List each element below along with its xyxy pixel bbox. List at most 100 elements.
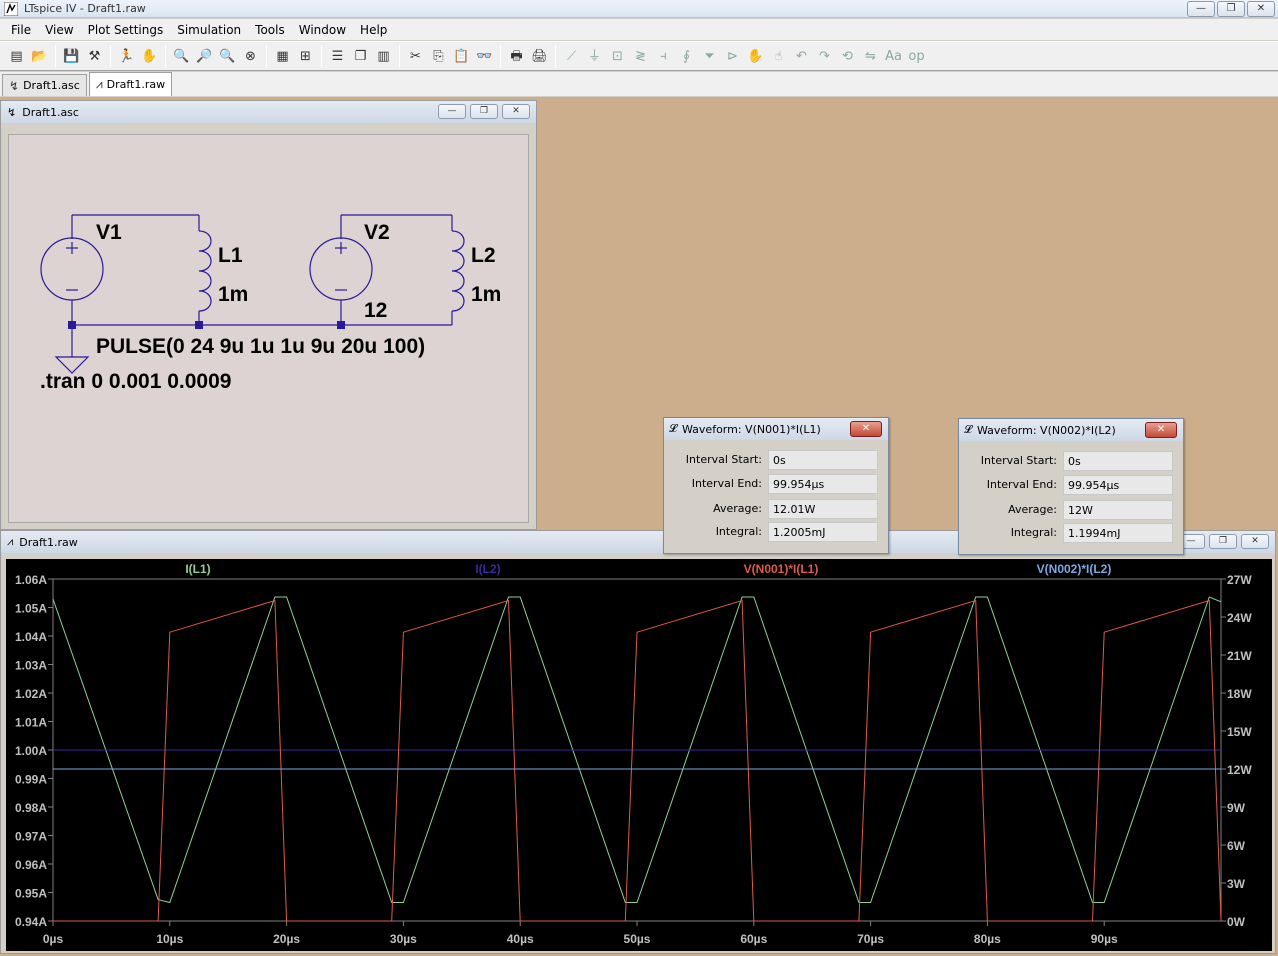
measure-value[interactable]: 12W [1063,500,1173,520]
capacitor-icon[interactable]: ⫞ [653,46,674,67]
l1-value[interactable]: 1m [218,283,248,306]
menu-simulation[interactable]: Simulation [170,23,248,37]
wire-icon[interactable]: ⟋ [561,46,582,67]
cascade-icon[interactable]: ❐ [350,46,371,67]
control-panel-icon[interactable]: ⚒ [84,46,105,67]
y-left-tick-label: 1.02A [15,687,47,701]
label-net-icon[interactable]: ⊡ [607,46,628,67]
tab-draft1-asc[interactable]: ↯ Draft1.asc [2,74,87,96]
component-icon[interactable]: ⊳ [722,46,743,67]
y-left-tick-label: 0.94A [15,915,47,929]
measure-label: Average: [1008,503,1057,516]
x-tick-label: 40µs [507,932,534,946]
ltspice-logo-icon [4,2,18,16]
y-right-tick-label: 6W [1227,839,1246,853]
plot-window-title: Draft1.raw [19,535,78,549]
print-setup-icon[interactable]: 🖶 [506,46,527,67]
open-icon[interactable]: 📂 [29,46,50,67]
move-icon[interactable]: ✋ [745,46,766,67]
manual-limits-icon[interactable]: ⊞ [295,46,316,67]
tran-directive[interactable]: .tran 0 0.001 0.0009 [40,370,231,393]
tile-vertical-icon[interactable]: ▥ [373,46,394,67]
plot-maximize-button[interactable]: ❐ [1209,534,1237,549]
zoom-out-icon[interactable]: 🔍 [217,46,238,67]
measure-dialog-close-button[interactable]: ✕ [1145,422,1177,438]
measure-value[interactable]: 0s [1063,451,1173,471]
text-icon[interactable]: Aa [883,46,904,67]
y-right-tick-label: 9W [1227,801,1246,815]
zoom-fit-icon[interactable]: ⊗ [240,46,261,67]
v1-label[interactable]: V1 [96,221,122,244]
measure-value[interactable]: 12.01W [768,499,878,519]
menu-plot-settings[interactable]: Plot Settings [81,23,171,37]
schematic-canvas[interactable]: V1 L1 1m V2 12 L2 1m PULSE(0 24 9u 1u 1u… [8,134,529,523]
paste-icon[interactable]: 📋 [451,46,472,67]
measure-label: Average: [713,502,762,515]
x-tick-label: 0µs [43,932,64,946]
drag-icon[interactable]: ☝ [768,46,789,67]
ground-icon[interactable]: ⏚ [584,46,605,67]
toolbar-separator [110,45,111,67]
autorange-icon[interactable]: ▦ [272,46,293,67]
menu-file[interactable]: File [4,23,38,37]
v2-value[interactable]: 12 [364,299,387,322]
measure-label: Interval End: [691,477,762,490]
app-title: LTspice IV - Draft1.raw [24,2,146,15]
measure-value[interactable]: 0s [768,450,878,470]
waveform-plot[interactable]: 1.06A 1.05A 1.04A 1.03A 1.02A 1.01A 1.00A 0.99A… [6,559,1272,951]
tab-draft1-raw[interactable]: ⩘ Draft1.raw [88,72,173,96]
diode-icon[interactable]: ⏷ [699,46,720,67]
document-tabs: ↯ Draft1.asc ⩘ Draft1.raw [0,72,1278,96]
close-button[interactable]: ✕ [1247,1,1275,17]
measure-label: Interval End: [986,478,1057,491]
l2-label[interactable]: L2 [471,244,496,267]
pulse-spec[interactable]: PULSE(0 24 9u 1u 1u 9u 20u 100) [96,335,425,358]
menu-tools[interactable]: Tools [248,23,292,37]
measure-value[interactable]: 99.954µs [768,474,878,494]
resistor-icon[interactable]: ≷ [630,46,651,67]
measure-dialog-title: Waveform: V(N002)*I(L2) [977,423,1116,437]
toolbar-separator [399,45,400,67]
toolbar-separator [266,45,267,67]
zoom-area-icon[interactable]: 🔎 [194,46,215,67]
undo-icon[interactable]: ↶ [791,46,812,67]
schematic-minimize-button[interactable]: — [438,104,466,119]
print-icon[interactable]: 🖨 [529,46,550,67]
l1-label[interactable]: L1 [218,244,243,267]
toolbar-separator [55,45,56,67]
plot-close-button[interactable]: ✕ [1241,534,1269,549]
redo-icon[interactable]: ↷ [814,46,835,67]
mirror-icon[interactable]: ⇋ [860,46,881,67]
measure-value[interactable]: 1.1994mJ [1063,523,1173,543]
schematic-close-button[interactable]: ✕ [502,104,530,119]
schematic-maximize-button[interactable]: ❐ [470,104,498,119]
menu-window[interactable]: Window [292,23,353,37]
find-icon[interactable]: 👓 [474,46,495,67]
y-right-tick-label: 18W [1227,687,1252,701]
y-left-tick-label: 1.01A [15,716,47,730]
v2-label[interactable]: V2 [364,221,390,244]
minimize-button[interactable]: — [1187,1,1215,17]
measure-value[interactable]: 1.2005mJ [768,522,878,542]
run-icon[interactable]: 🏃 [116,46,137,67]
new-schematic-icon[interactable]: ▤ [6,46,27,67]
plot-window: ⩘ Draft1.raw — ❐ ✕ 1.06A 1.05A 1.04A 1.03A 1… [0,530,1276,954]
tile-horizontal-icon[interactable]: ☰ [327,46,348,67]
zoom-in-icon[interactable]: 🔍 [171,46,192,67]
restore-button[interactable]: ❐ [1217,1,1245,17]
inductor-icon[interactable]: ∮ [676,46,697,67]
copy-icon[interactable]: ⎘ [428,46,449,67]
save-icon[interactable]: 💾 [61,46,82,67]
l2-value[interactable]: 1m [471,283,501,306]
spice-directive-icon[interactable]: op [906,46,927,67]
toolbar-separator [500,45,501,67]
tab-label: Draft1.raw [106,78,166,91]
cut-icon[interactable]: ✂ [405,46,426,67]
rotate-icon[interactable]: ⟲ [837,46,858,67]
pan-icon[interactable]: ✋ [139,46,160,67]
schematic-icon: ↯ [7,105,17,119]
measure-value[interactable]: 99.954µs [1063,475,1173,495]
menu-help[interactable]: Help [353,23,394,37]
measure-dialog-close-button[interactable]: ✕ [850,421,882,437]
menu-view[interactable]: View [38,23,80,37]
